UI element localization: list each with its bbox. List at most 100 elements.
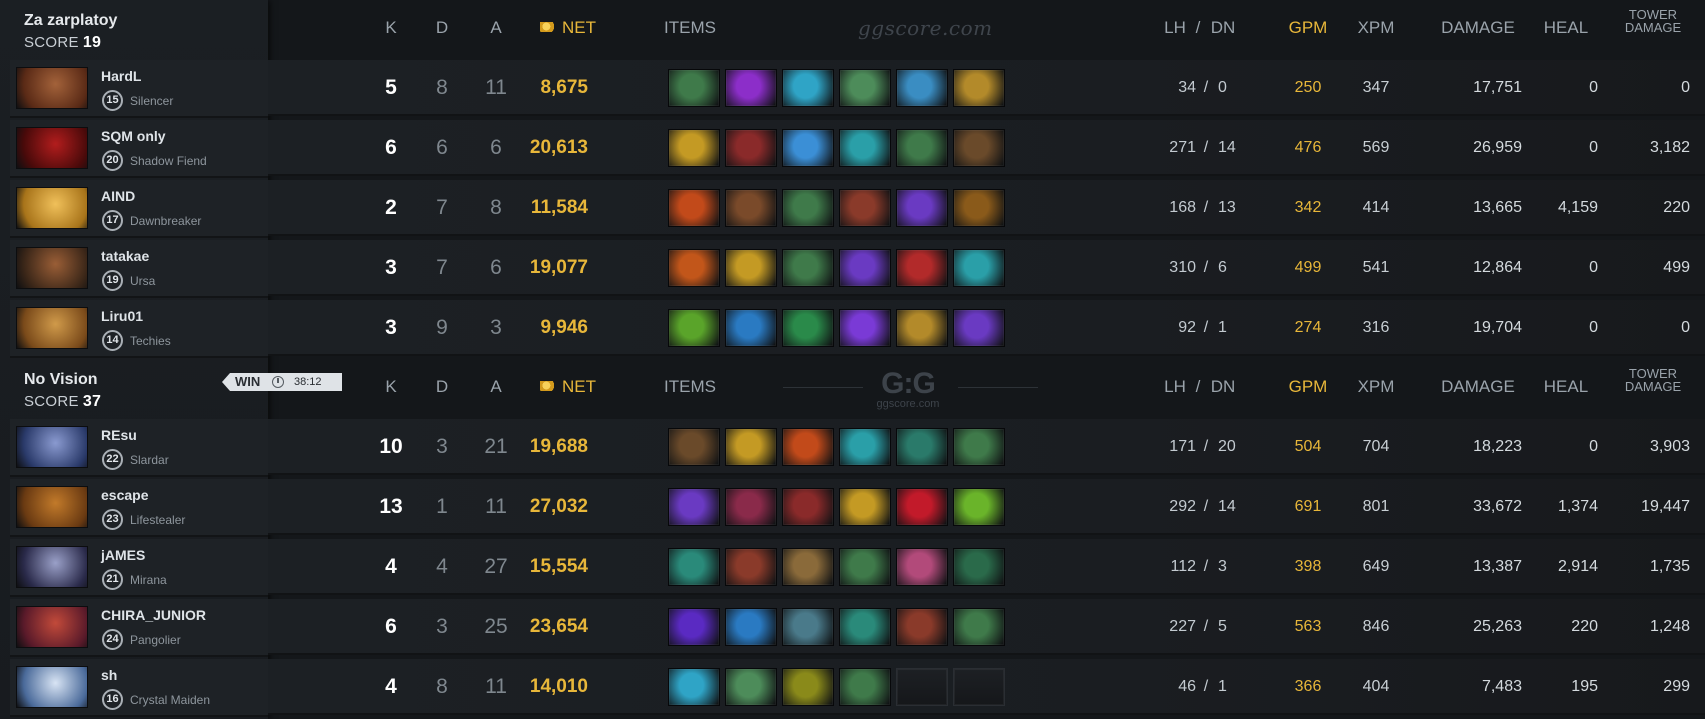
header-k[interactable]: K	[371, 18, 411, 38]
item-slot-icon[interactable]	[725, 608, 777, 646]
item-slot-icon[interactable]	[782, 488, 834, 526]
item-slot-icon[interactable]	[782, 428, 834, 466]
player-name[interactable]: AIND	[101, 188, 135, 204]
item-slot-icon[interactable]	[668, 488, 720, 526]
header-heal[interactable]: HEAL	[1526, 18, 1606, 38]
header-k[interactable]: K	[371, 377, 411, 397]
player-name[interactable]: tatakae	[101, 248, 149, 264]
header-tower-damage[interactable]: TOWER DAMAGE	[1608, 8, 1698, 34]
player-card[interactable]: HardL 15 Silencer	[10, 60, 268, 118]
player-name[interactable]: Liru01	[101, 308, 143, 324]
item-slot-icon[interactable]	[839, 428, 891, 466]
item-slot-icon[interactable]	[839, 249, 891, 287]
header-lh[interactable]: LH	[1160, 377, 1190, 397]
item-slot-icon[interactable]	[896, 548, 948, 586]
item-slot-icon[interactable]	[896, 309, 948, 347]
item-slot-icon[interactable]	[782, 249, 834, 287]
header-tower-damage[interactable]: TOWER DAMAGE	[1608, 367, 1698, 393]
item-slot-icon[interactable]	[668, 668, 720, 706]
player-name[interactable]: CHIRA_JUNIOR	[101, 607, 206, 623]
item-slot-icon[interactable]	[668, 548, 720, 586]
header-dn[interactable]: DN	[1206, 18, 1240, 38]
item-slot-icon[interactable]	[839, 69, 891, 107]
item-slot-icon[interactable]	[839, 309, 891, 347]
item-slot-icon[interactable]	[839, 488, 891, 526]
empty-item-slot[interactable]	[896, 668, 948, 706]
item-slot-icon[interactable]	[668, 69, 720, 107]
player-card[interactable]: jAMES 21 Mirana	[10, 539, 268, 597]
player-name[interactable]: escape	[101, 487, 148, 503]
header-xpm[interactable]: XPM	[1346, 377, 1406, 397]
item-slot-icon[interactable]	[896, 249, 948, 287]
item-slot-icon[interactable]	[668, 189, 720, 227]
item-slot-icon[interactable]	[668, 129, 720, 167]
item-slot-icon[interactable]	[953, 249, 1005, 287]
item-slot-icon[interactable]	[725, 69, 777, 107]
item-slot-icon[interactable]	[953, 608, 1005, 646]
item-slot-icon[interactable]	[725, 548, 777, 586]
player-card[interactable]: escape 23 Lifestealer	[10, 479, 268, 537]
player-name[interactable]: HardL	[101, 68, 141, 84]
item-slot-icon[interactable]	[668, 428, 720, 466]
header-gpm[interactable]: GPM	[1278, 18, 1338, 38]
header-d[interactable]: D	[422, 18, 462, 38]
player-name[interactable]: REsu	[101, 427, 137, 443]
item-slot-icon[interactable]	[896, 488, 948, 526]
item-slot-icon[interactable]	[839, 608, 891, 646]
player-card[interactable]: Liru01 14 Techies	[10, 300, 268, 358]
item-slot-icon[interactable]	[896, 69, 948, 107]
item-slot-icon[interactable]	[953, 488, 1005, 526]
item-slot-icon[interactable]	[896, 428, 948, 466]
player-card[interactable]: SQM only 20 Shadow Fiend	[10, 120, 268, 178]
item-slot-icon[interactable]	[725, 668, 777, 706]
item-slot-icon[interactable]	[668, 309, 720, 347]
player-name[interactable]: SQM only	[101, 128, 166, 144]
header-net[interactable]: NET	[540, 18, 640, 38]
player-card[interactable]: tatakae 19 Ursa	[10, 240, 268, 298]
player-card[interactable]: REsu 22 Slardar	[10, 419, 268, 477]
item-slot-icon[interactable]	[953, 428, 1005, 466]
header-gpm[interactable]: GPM	[1278, 377, 1338, 397]
item-slot-icon[interactable]	[668, 249, 720, 287]
item-slot-icon[interactable]	[896, 129, 948, 167]
item-slot-icon[interactable]	[725, 189, 777, 227]
header-damage[interactable]: DAMAGE	[1418, 18, 1538, 38]
empty-item-slot[interactable]	[953, 668, 1005, 706]
item-slot-icon[interactable]	[782, 608, 834, 646]
item-slot-icon[interactable]	[782, 668, 834, 706]
item-slot-icon[interactable]	[839, 548, 891, 586]
item-slot-icon[interactable]	[953, 309, 1005, 347]
item-slot-icon[interactable]	[839, 668, 891, 706]
item-slot-icon[interactable]	[953, 69, 1005, 107]
item-slot-icon[interactable]	[668, 608, 720, 646]
player-name[interactable]: sh	[101, 667, 117, 683]
item-slot-icon[interactable]	[782, 548, 834, 586]
item-slot-icon[interactable]	[953, 129, 1005, 167]
header-a[interactable]: A	[476, 18, 516, 38]
item-slot-icon[interactable]	[782, 129, 834, 167]
item-slot-icon[interactable]	[725, 129, 777, 167]
header-lh[interactable]: LH	[1160, 18, 1190, 38]
player-name[interactable]: jAMES	[101, 547, 145, 563]
item-slot-icon[interactable]	[953, 548, 1005, 586]
header-dn[interactable]: DN	[1206, 377, 1240, 397]
player-card[interactable]: CHIRA_JUNIOR 24 Pangolier	[10, 599, 268, 657]
header-heal[interactable]: HEAL	[1526, 377, 1606, 397]
header-d[interactable]: D	[422, 377, 462, 397]
item-slot-icon[interactable]	[725, 309, 777, 347]
player-card[interactable]: sh 16 Crystal Maiden	[10, 659, 268, 717]
item-slot-icon[interactable]	[725, 249, 777, 287]
item-slot-icon[interactable]	[782, 69, 834, 107]
item-slot-icon[interactable]	[896, 189, 948, 227]
header-damage[interactable]: DAMAGE	[1418, 377, 1538, 397]
item-slot-icon[interactable]	[782, 309, 834, 347]
header-a[interactable]: A	[476, 377, 516, 397]
item-slot-icon[interactable]	[953, 189, 1005, 227]
item-slot-icon[interactable]	[725, 428, 777, 466]
item-slot-icon[interactable]	[725, 488, 777, 526]
player-card[interactable]: AIND 17 Dawnbreaker	[10, 180, 268, 238]
item-slot-icon[interactable]	[782, 189, 834, 227]
item-slot-icon[interactable]	[839, 189, 891, 227]
header-xpm[interactable]: XPM	[1346, 18, 1406, 38]
item-slot-icon[interactable]	[896, 608, 948, 646]
